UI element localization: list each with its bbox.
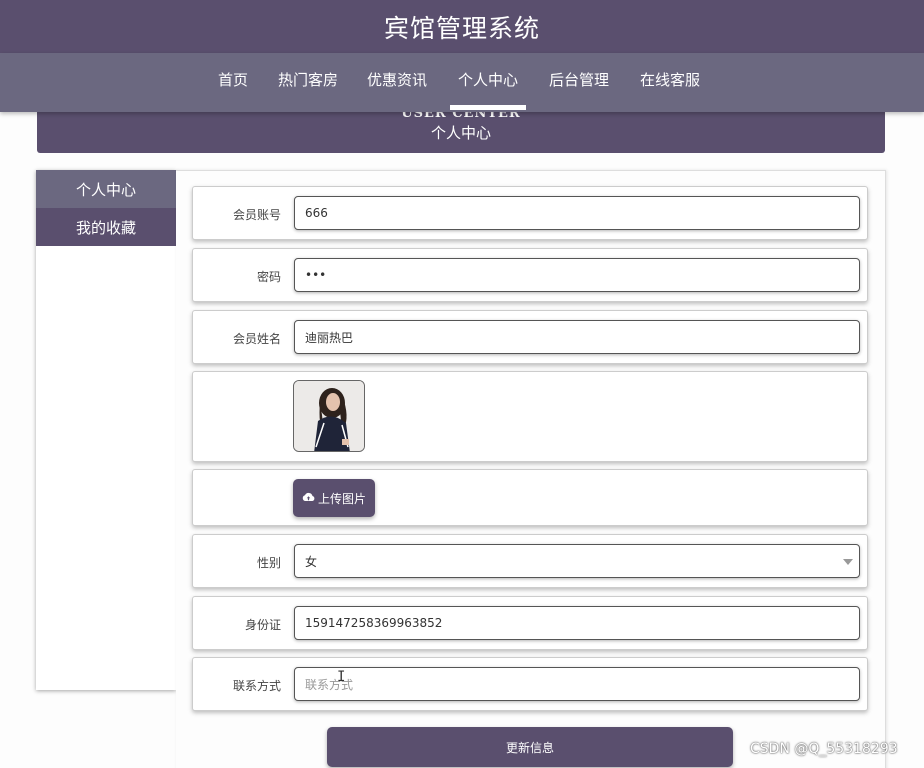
- id-card-label: 身份证: [244, 618, 281, 632]
- contact-label: 联系方式: [232, 679, 281, 693]
- name-input[interactable]: 迪丽热巴: [294, 320, 860, 354]
- nav-home[interactable]: 首页: [218, 69, 248, 90]
- upload-image-button[interactable]: 上传图片: [293, 479, 375, 517]
- name-label: 会员姓名: [232, 332, 281, 346]
- nav-online-service[interactable]: 在线客服: [640, 69, 700, 90]
- form-row-account: 会员账号 666: [192, 186, 868, 240]
- chevron-down-icon: [843, 559, 853, 565]
- password-label: 密码: [256, 270, 281, 284]
- site-title: 宾馆管理系统: [383, 13, 540, 43]
- cloud-upload-icon: [302, 491, 315, 505]
- account-input[interactable]: 666: [294, 196, 860, 230]
- watermark: CSDN @Q_55318293: [750, 741, 898, 757]
- sidebar-item-user-center[interactable]: 个人中心: [36, 170, 176, 208]
- form-row-name: 会员姓名 迪丽热巴: [192, 310, 868, 364]
- text-cursor-icon: I: [337, 669, 346, 685]
- gender-select-value: 女: [305, 554, 318, 569]
- form-row-contact: 联系方式 联系方式: [192, 657, 868, 711]
- contact-input[interactable]: 联系方式: [294, 667, 860, 701]
- gender-label: 性别: [256, 556, 281, 570]
- upload-button-label: 上传图片: [317, 491, 366, 506]
- nav-promotions[interactable]: 优惠资讯: [367, 69, 427, 90]
- nav-bar: 首页 热门客房 优惠资讯 个人中心 后台管理 在线客服: [0, 53, 924, 112]
- password-input[interactable]: •••: [294, 258, 860, 292]
- form-row-gender: 性别 女: [192, 534, 868, 588]
- nav-admin[interactable]: 后台管理: [549, 69, 609, 90]
- page-banner: USER CENTER 个人中心: [37, 106, 885, 153]
- gender-select[interactable]: 女: [294, 544, 860, 578]
- form-row-upload: 上传图片: [192, 469, 868, 526]
- id-card-input[interactable]: 159147258369963852: [294, 606, 860, 640]
- sidebar: 个人中心 我的收藏: [36, 170, 176, 690]
- update-info-button[interactable]: 更新信息: [327, 727, 733, 767]
- header: 宾馆管理系统: [0, 0, 924, 53]
- account-label: 会员账号: [232, 208, 281, 222]
- form-row-avatar: [192, 371, 868, 462]
- sidebar-item-favorites[interactable]: 我的收藏: [36, 208, 176, 246]
- nav-hot-rooms[interactable]: 热门客房: [278, 69, 338, 90]
- banner-title: 个人中心: [430, 124, 491, 142]
- nav-user-center[interactable]: 个人中心: [449, 69, 527, 110]
- form-row-password: 密码 •••: [192, 248, 868, 302]
- form-row-id-card: 身份证 159147258369963852: [192, 596, 868, 650]
- avatar-image: [293, 380, 365, 452]
